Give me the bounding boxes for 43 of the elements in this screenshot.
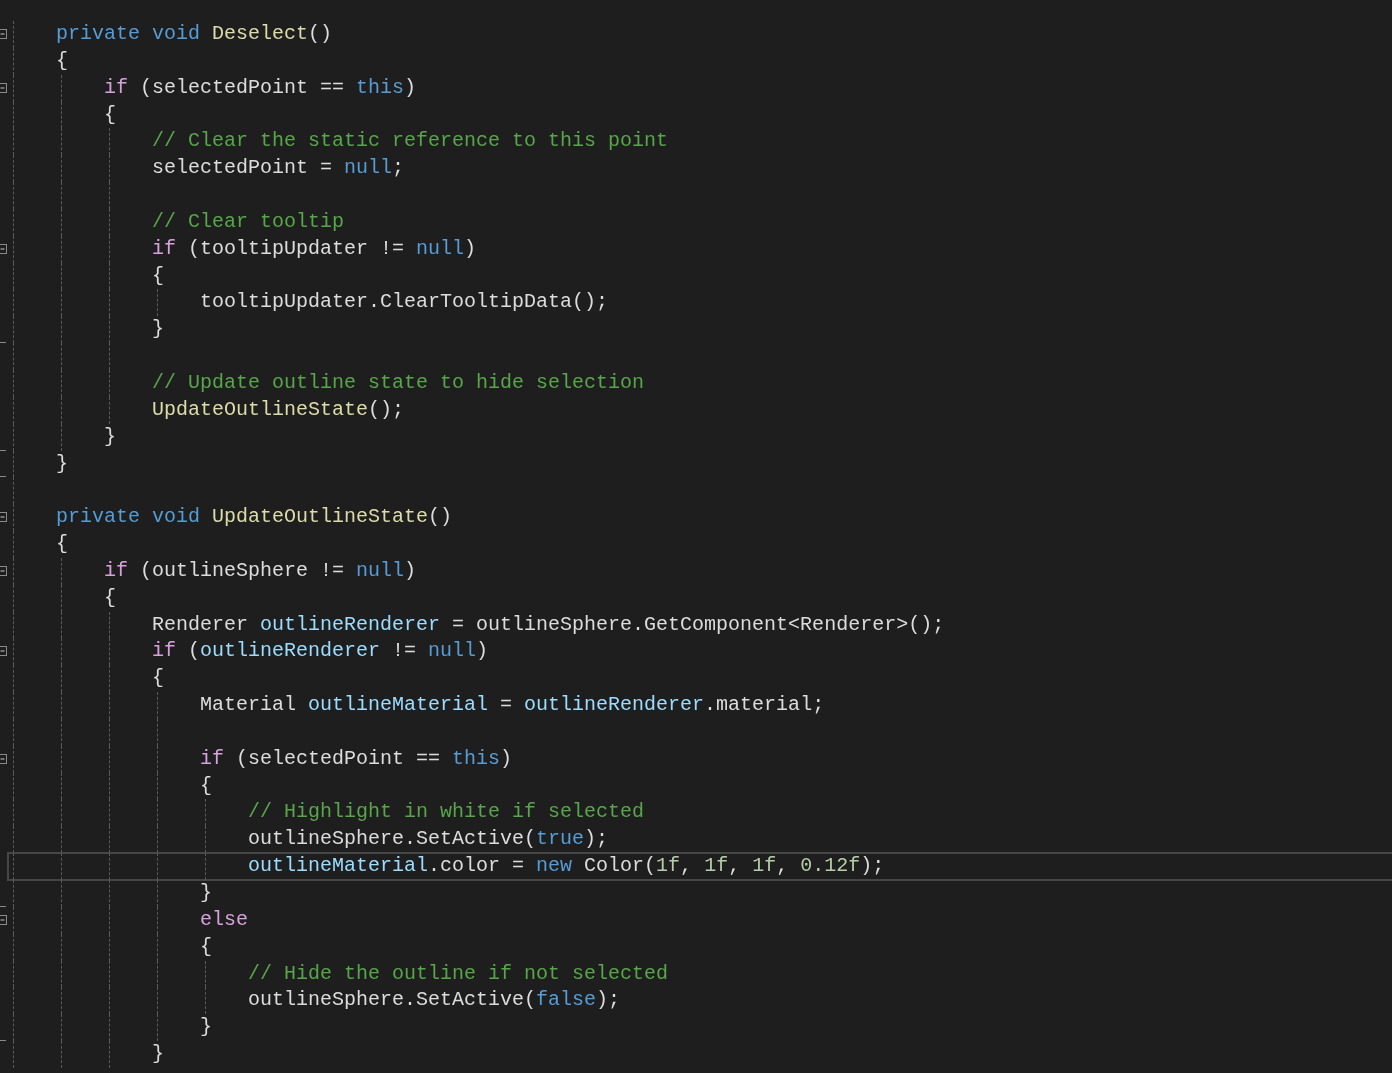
- collapse-icon[interactable]: [0, 243, 7, 254]
- code-line: if (outlineSphere != null): [104, 557, 417, 584]
- collapse-icon[interactable]: [0, 565, 7, 576]
- code-comment: // Clear the static reference to this point: [152, 128, 669, 155]
- code-line: UpdateOutlineState();: [152, 396, 405, 423]
- code-line: Renderer outlineRenderer = outlineSphere.GetComponent<Renderer>();: [152, 611, 945, 638]
- code-line: if (selectedPoint == this): [104, 74, 417, 101]
- code-line: Material outlineMaterial = outlineRenderer.material;: [200, 692, 825, 719]
- code-comment: // Clear tooltip: [152, 208, 345, 235]
- collapse-icon[interactable]: [0, 512, 7, 523]
- code-line: }: [56, 450, 68, 477]
- code-line: {: [56, 47, 68, 74]
- code-line: {: [104, 101, 116, 128]
- code-line: {: [152, 665, 164, 692]
- code-line: private void UpdateOutlineState(): [56, 504, 453, 531]
- code-line: }: [152, 1041, 164, 1068]
- code-line: }: [104, 423, 116, 450]
- code-line: {: [104, 584, 116, 611]
- code-line: if (tooltipUpdater != null): [152, 235, 477, 262]
- code-line: outlineSphere.SetActive(false);: [248, 987, 621, 1014]
- code-line: {: [200, 933, 212, 960]
- collapse-icon[interactable]: [0, 29, 7, 39]
- code-line: }: [200, 1014, 212, 1041]
- collapse-icon[interactable]: [0, 82, 7, 93]
- code-line: selectedPoint = null;: [152, 155, 405, 182]
- collapse-icon[interactable]: [0, 914, 7, 925]
- code-line: if (selectedPoint == this): [200, 745, 513, 772]
- code-line: else: [200, 906, 248, 933]
- code-line: if (outlineRenderer != null): [152, 638, 489, 665]
- code-line: {: [152, 262, 164, 289]
- code-comment: // Hide the outline if not selected: [248, 960, 669, 987]
- code-line: {: [200, 772, 212, 799]
- code-comment: // Highlight in white if selected: [248, 799, 645, 826]
- collapse-icon[interactable]: [0, 646, 7, 657]
- code-comment: // Update outline state to hide selection: [152, 369, 645, 396]
- code-line: {: [56, 531, 68, 558]
- code-line: tooltipUpdater.ClearTooltipData();: [200, 289, 609, 316]
- code-line: outlineSphere.SetActive(true);: [248, 826, 609, 853]
- code-line: }: [152, 316, 164, 343]
- collapse-icon[interactable]: [0, 753, 7, 764]
- code-line: }: [200, 880, 212, 906]
- code-line: outlineMaterial.color = new Color(1f, 1f, 1f, 0.12f);: [248, 853, 885, 880]
- code-line: private void Deselect(): [56, 21, 333, 47]
